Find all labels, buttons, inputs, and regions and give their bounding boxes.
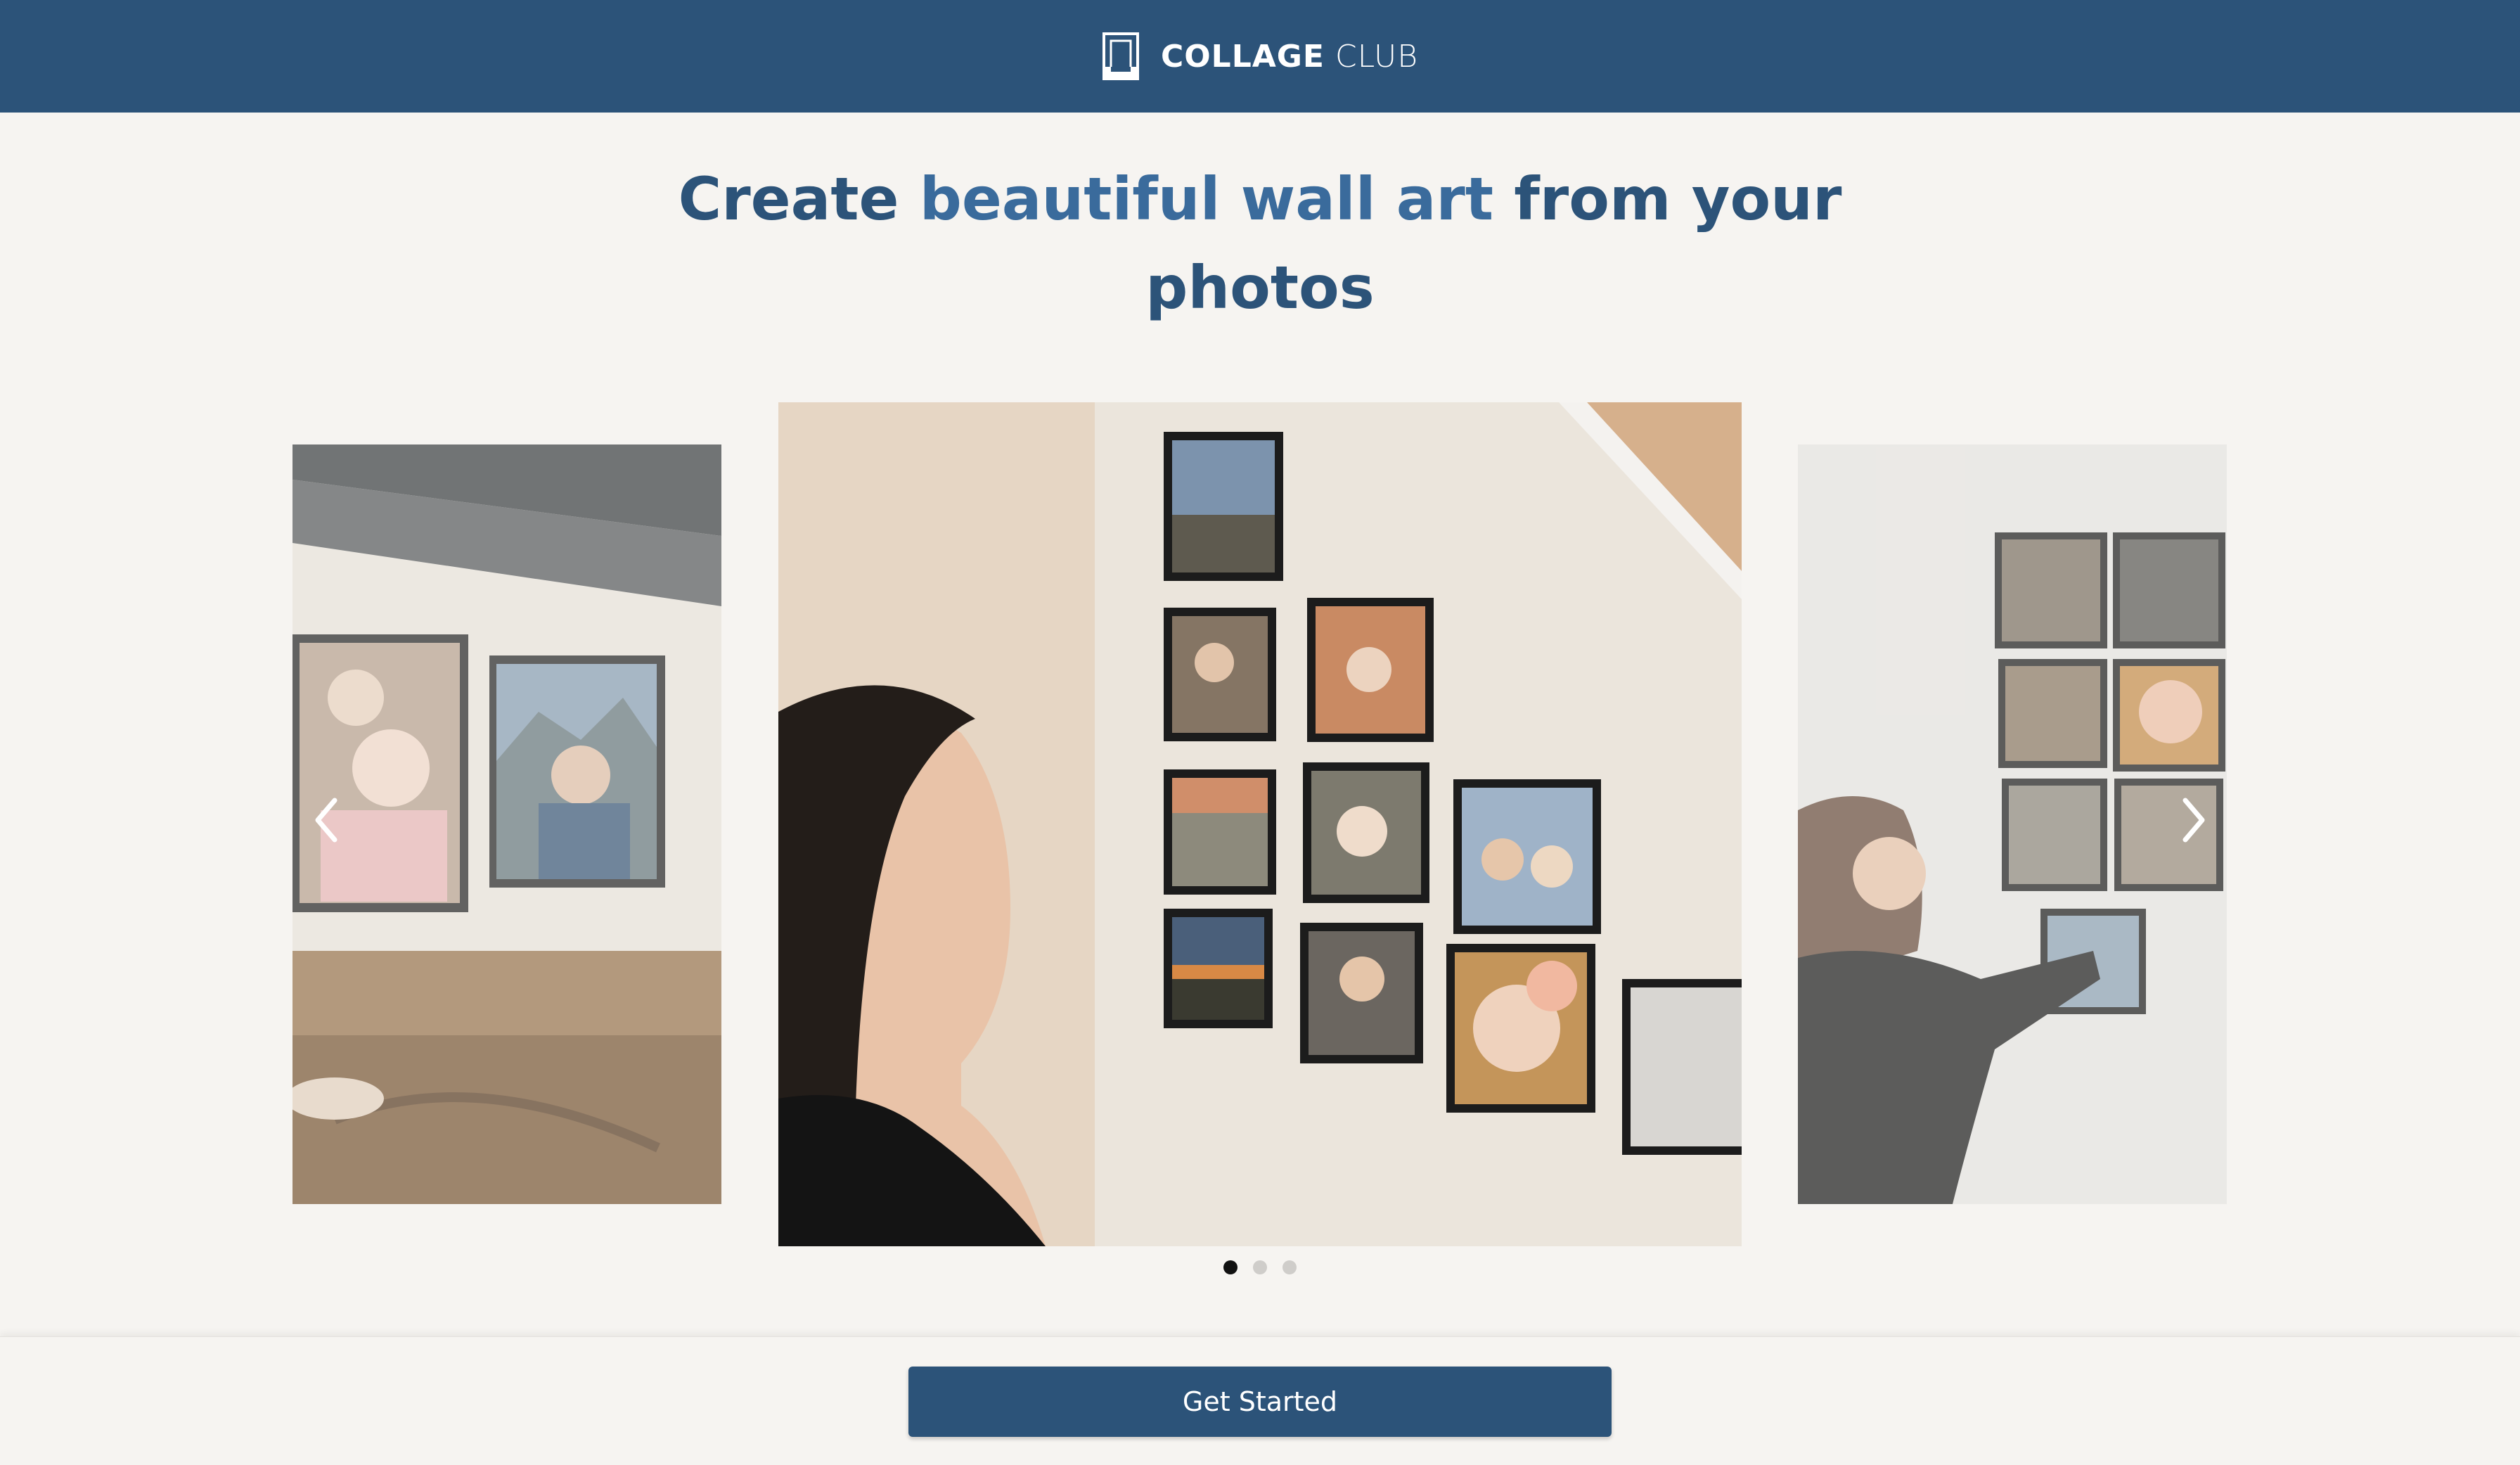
carousel-pagination xyxy=(0,1260,2520,1274)
brand-name: COLLAGE CLUB xyxy=(1161,39,1418,75)
carousel-slide-previous[interactable] xyxy=(292,444,721,1204)
wall-photo-grid xyxy=(1995,532,2225,1014)
woman-hanging-photo xyxy=(1798,796,2100,1204)
headline-accent1: beautiful xyxy=(919,165,1221,233)
chevron-left-icon xyxy=(314,798,339,845)
carousel-prev-button[interactable] xyxy=(304,788,349,855)
top-nav-bar: COLLAGE CLUB xyxy=(0,0,2520,113)
sticky-cta-bar: Get Started xyxy=(0,1336,2520,1465)
slide-photo-hanging xyxy=(1798,444,2227,1204)
headline-part1: Create xyxy=(678,165,920,233)
image-carousel[interactable] xyxy=(0,380,2520,1287)
headline-part3: from your xyxy=(1493,165,1842,233)
carousel-dot-2[interactable] xyxy=(1253,1260,1267,1274)
headline-part2 xyxy=(1220,165,1240,233)
chevron-right-icon xyxy=(2181,798,2206,845)
headline-line2: photos xyxy=(1145,253,1375,322)
carousel-slide-active[interactable] xyxy=(778,402,1742,1246)
slide-photo-shelf xyxy=(292,444,721,1204)
headline-accent2: wall art xyxy=(1240,165,1494,233)
carousel-dot-3[interactable] xyxy=(1282,1260,1297,1274)
get-started-button[interactable]: Get Started xyxy=(908,1367,1612,1437)
carousel-dot-1[interactable] xyxy=(1223,1260,1238,1274)
brand-name-bold: COLLAGE xyxy=(1160,38,1325,75)
page-headline: Create beautiful wall art from your phot… xyxy=(0,155,2520,332)
brand-logo[interactable]: COLLAGE CLUB xyxy=(1102,32,1418,81)
carousel-slide-next[interactable] xyxy=(1798,444,2227,1204)
carousel-next-button[interactable] xyxy=(2171,788,2216,855)
slide-photo-staircase xyxy=(778,402,1742,1246)
frame-logo-icon xyxy=(1102,32,1140,81)
brand-name-light: CLUB xyxy=(1335,38,1419,75)
